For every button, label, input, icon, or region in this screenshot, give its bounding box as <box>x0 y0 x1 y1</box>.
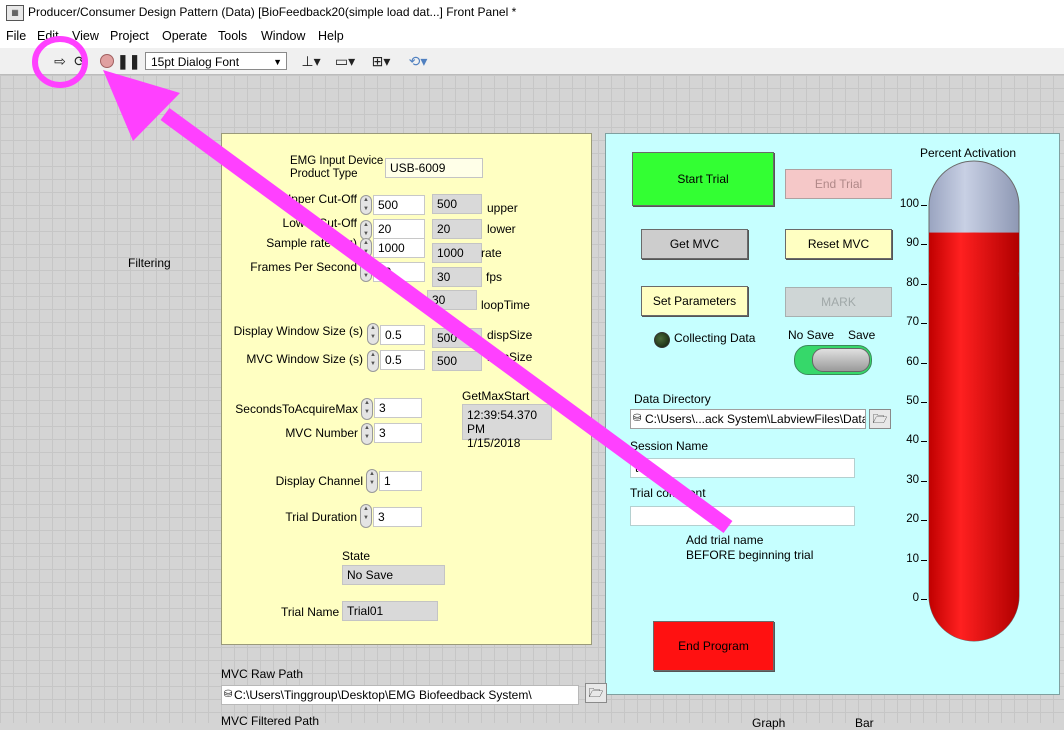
pointer-arrow-head <box>103 70 180 141</box>
pointer-arrow-shaft <box>160 107 733 534</box>
highlight-circle <box>32 36 88 88</box>
annotation-overlay <box>32 36 733 534</box>
